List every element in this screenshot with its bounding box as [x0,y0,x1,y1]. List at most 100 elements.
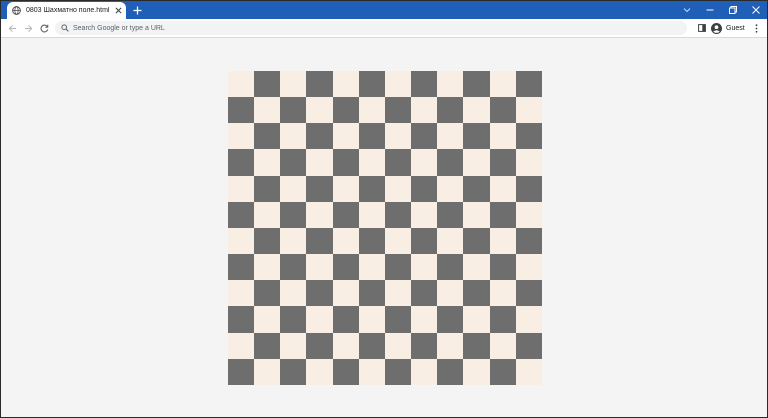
board-square-light [280,71,307,98]
board-square-light [358,201,385,228]
board-square-dark [306,332,333,359]
board-square-light [332,71,359,98]
side-panel-icon [698,24,706,32]
board-square-light [280,280,307,307]
board-square-dark [280,254,307,281]
board-square-dark [411,227,438,255]
board-square-light [254,254,281,281]
side-panel-button[interactable] [696,21,708,35]
forward-button[interactable] [21,21,35,35]
board-square-dark [437,201,464,228]
board-square-light [254,201,281,228]
board-square-dark [463,175,490,202]
board-square-dark [489,306,516,333]
chess-board [228,71,542,385]
close-window-button[interactable] [744,1,767,19]
close-tab-icon[interactable] [113,6,123,16]
board-square-dark [384,97,412,124]
board-square-light [306,149,333,176]
window-controls [675,1,767,19]
board-square-light [228,123,255,150]
board-square-dark [254,123,281,150]
board-square-light [332,280,359,307]
board-square-dark [306,71,333,98]
profile-name: Guest [726,24,745,32]
board-square-dark [358,71,385,98]
board-square-dark [515,227,542,255]
minimize-button[interactable] [698,1,721,19]
kebab-menu-icon [755,23,757,33]
back-button[interactable] [5,21,19,35]
board-square-dark [254,332,281,359]
board-square-dark [358,280,385,307]
board-square-dark [254,71,281,98]
board-square-dark [463,332,490,359]
restore-button[interactable] [721,1,744,19]
board-square-light [515,97,542,124]
board-square-light [489,175,516,202]
profile-button[interactable]: Guest [711,21,745,35]
board-square-dark [411,332,438,359]
board-square-light [437,123,464,150]
board-square-light [489,332,516,359]
board-square-dark [358,332,385,359]
board-square-light [489,123,516,150]
close-icon [751,6,760,14]
board-square-light [463,201,490,228]
board-square-dark [437,97,464,124]
reload-icon [40,24,48,32]
board-square-dark [411,280,438,307]
tab-search-button[interactable] [675,1,698,19]
board-square-dark [463,227,490,255]
board-square-dark [411,71,438,98]
board-square-dark [306,123,333,150]
board-square-light [254,358,281,385]
board-square-dark [332,201,359,228]
board-square-light [228,175,255,202]
new-tab-button[interactable] [130,3,144,17]
board-square-dark [384,358,412,385]
board-square-dark [306,227,333,255]
title-bar: 0803 Шахматно поле.html [1,1,767,19]
browser-window: 0803 Шахматно поле.html Search Google or… [0,0,768,418]
board-square-light [437,71,464,98]
board-square-light [463,97,490,124]
board-square-dark [384,201,412,228]
board-square-light [358,254,385,281]
board-square-dark [489,358,516,385]
board-square-light [254,97,281,124]
board-square-dark [332,306,359,333]
board-square-light [437,332,464,359]
board-square-dark [515,175,542,202]
board-square-light [411,358,438,385]
board-square-light [358,97,385,124]
board-square-light [489,227,516,255]
board-square-light [358,358,385,385]
board-square-light [463,358,490,385]
board-square-dark [332,358,359,385]
board-square-light [332,332,359,359]
board-square-light [280,227,307,255]
menu-button[interactable] [751,21,761,35]
tab-active[interactable]: 0803 Шахматно поле.html [7,2,126,19]
board-square-light [515,149,542,176]
address-bar[interactable]: Search Google or type a URL [55,21,687,35]
reload-button[interactable] [37,21,51,35]
board-square-light [332,123,359,150]
board-square-light [306,358,333,385]
board-square-light [306,254,333,281]
board-square-light [306,97,333,124]
board-square-dark [332,254,359,281]
board-square-dark [254,280,281,307]
board-square-light [384,280,412,307]
board-square-light [463,254,490,281]
board-square-light [515,306,542,333]
board-square-light [228,332,255,359]
board-square-light [280,123,307,150]
board-square-dark [384,254,412,281]
board-square-dark [332,97,359,124]
board-square-light [489,71,516,98]
minimize-icon [706,9,713,11]
board-square-light [228,280,255,307]
board-square-light [358,149,385,176]
